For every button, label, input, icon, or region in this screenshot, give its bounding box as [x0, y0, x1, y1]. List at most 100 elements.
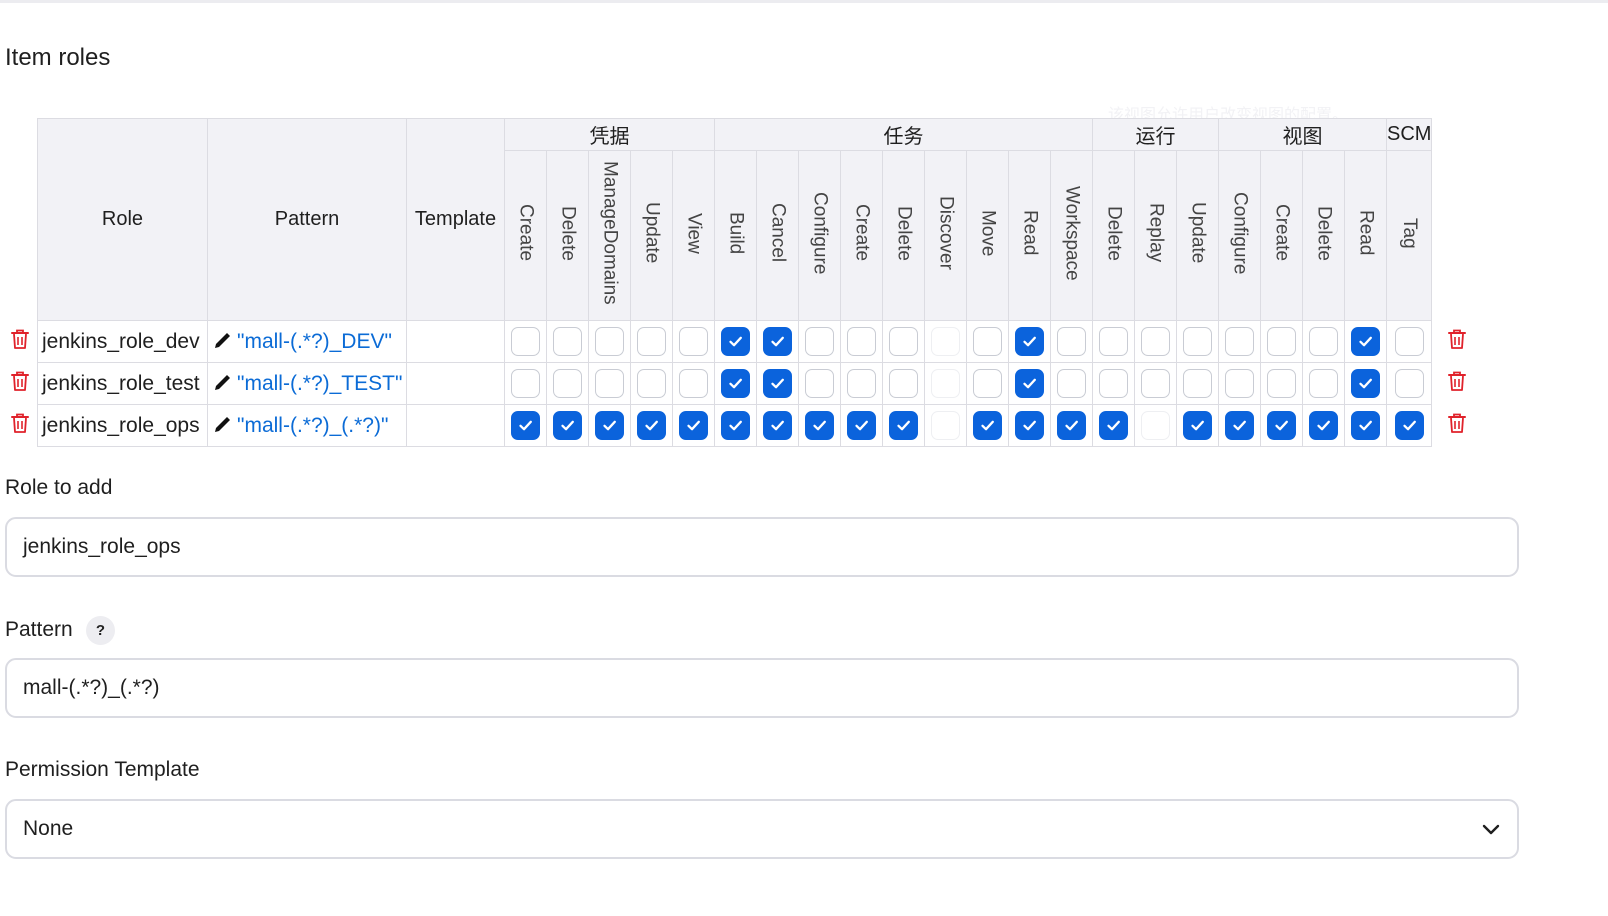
- permission-checkbox-unchecked[interactable]: [1057, 369, 1086, 398]
- edit-pattern-icon[interactable]: [212, 329, 234, 351]
- permission-checkbox-checked[interactable]: [1015, 369, 1044, 398]
- permission-column-header: Delete: [546, 150, 589, 321]
- permission-checkbox-checked[interactable]: [805, 411, 834, 440]
- permission-checkbox-checked[interactable]: [679, 411, 708, 440]
- pattern-input[interactable]: mall-(.*?)_(.*?): [5, 658, 1519, 718]
- permission-checkbox-unchecked[interactable]: [679, 369, 708, 398]
- permission-checkbox-checked[interactable]: [511, 411, 540, 440]
- permission-checkbox-checked[interactable]: [721, 327, 750, 356]
- permission-checkbox-unchecked[interactable]: [553, 327, 582, 356]
- role-row: jenkins_role_test "mall-(.*?)_TEST": [37, 362, 1433, 405]
- role-to-add-label: Role to add: [5, 476, 113, 499]
- permission-checkbox-unchecked[interactable]: [1394, 327, 1424, 356]
- permission-checkbox-unchecked[interactable]: [595, 369, 624, 398]
- delete-role-right-icon[interactable]: [1447, 328, 1467, 350]
- permission-cell: [840, 362, 883, 405]
- permission-checkbox-checked[interactable]: [763, 369, 792, 398]
- permission-checkbox-unchecked[interactable]: [1141, 369, 1170, 398]
- permission-checkbox-checked[interactable]: [1099, 411, 1128, 440]
- pattern-help-button[interactable]: ?: [86, 616, 115, 645]
- permission-checkbox-unchecked[interactable]: [1225, 327, 1254, 356]
- permission-checkbox-unchecked[interactable]: [1057, 327, 1086, 356]
- permission-checkbox-checked[interactable]: [637, 411, 666, 440]
- permission-checkbox-checked[interactable]: [1225, 411, 1254, 440]
- permission-checkbox-checked[interactable]: [553, 411, 582, 440]
- permission-cell: [1092, 362, 1135, 405]
- permission-checkbox-unchecked[interactable]: [1309, 369, 1338, 398]
- permission-checkbox-unchecked[interactable]: [1267, 327, 1296, 356]
- permission-label: Build: [725, 211, 747, 255]
- check-icon: [561, 420, 574, 431]
- permission-checkbox-checked[interactable]: [721, 411, 750, 440]
- permission-template-select[interactable]: None: [5, 799, 1519, 859]
- delete-role-right-icon[interactable]: [1447, 412, 1467, 434]
- permission-cell: [1385, 404, 1433, 447]
- permission-checkbox-unchecked[interactable]: [595, 327, 624, 356]
- permission-checkbox-checked[interactable]: [1015, 327, 1044, 356]
- permission-checkbox-unchecked[interactable]: [847, 327, 876, 356]
- permission-checkbox-checked[interactable]: [1351, 411, 1380, 440]
- permission-checkbox-unchecked[interactable]: [889, 327, 918, 356]
- permission-checkbox-unchecked[interactable]: [1309, 327, 1338, 356]
- permission-checkbox-checked[interactable]: [1309, 411, 1338, 440]
- permission-checkbox-unchecked[interactable]: [637, 327, 666, 356]
- permission-checkbox-unchecked[interactable]: [889, 369, 918, 398]
- permission-cell: [714, 320, 757, 363]
- permission-cell: [588, 404, 631, 447]
- role-pattern-link[interactable]: "mall-(.*?)_TEST": [237, 372, 402, 395]
- permission-cell: [1385, 362, 1433, 405]
- permission-column-header: Delete: [1302, 150, 1345, 321]
- permission-checkbox-checked[interactable]: [1351, 327, 1380, 356]
- permission-checkbox-unchecked[interactable]: [1183, 369, 1212, 398]
- permission-checkbox-checked[interactable]: [1183, 411, 1212, 440]
- permission-checkbox-unchecked[interactable]: [511, 327, 540, 356]
- permission-template-label: Permission Template: [5, 758, 200, 781]
- permission-checkbox-unchecked[interactable]: [637, 369, 666, 398]
- permission-checkbox-checked[interactable]: [1394, 411, 1424, 440]
- edit-pattern-icon[interactable]: [212, 413, 234, 435]
- permission-checkbox-unchecked[interactable]: [1394, 369, 1424, 398]
- permission-checkbox-unchecked[interactable]: [805, 369, 834, 398]
- permission-checkbox-unchecked[interactable]: [511, 369, 540, 398]
- permission-checkbox-checked[interactable]: [763, 327, 792, 356]
- permission-checkbox-unchecked[interactable]: [1183, 327, 1212, 356]
- permission-checkbox-checked[interactable]: [973, 411, 1002, 440]
- permission-cell: [1302, 404, 1345, 447]
- permission-checkbox-unchecked[interactable]: [1099, 327, 1128, 356]
- permission-checkbox-checked[interactable]: [847, 411, 876, 440]
- delete-role-right-icon[interactable]: [1447, 370, 1467, 392]
- permission-checkbox-unchecked[interactable]: [1225, 369, 1254, 398]
- permission-checkbox-checked[interactable]: [721, 369, 750, 398]
- role-to-add-input[interactable]: jenkins_role_ops: [5, 517, 1519, 577]
- permission-checkbox-unchecked[interactable]: [1141, 327, 1170, 356]
- permission-checkbox-checked[interactable]: [1351, 369, 1380, 398]
- permission-checkbox-unchecked[interactable]: [805, 327, 834, 356]
- permission-checkbox-unchecked[interactable]: [973, 327, 1002, 356]
- permission-cell: [504, 320, 547, 363]
- permission-cell: [1344, 404, 1387, 447]
- permission-checkbox-checked[interactable]: [1015, 411, 1044, 440]
- permission-checkbox-checked[interactable]: [1267, 411, 1296, 440]
- permission-checkbox-unchecked[interactable]: [973, 369, 1002, 398]
- permission-cell: [882, 362, 925, 405]
- permission-checkbox-unchecked[interactable]: [679, 327, 708, 356]
- permission-checkbox-unchecked[interactable]: [1099, 369, 1128, 398]
- delete-role-left-icon[interactable]: [10, 370, 30, 392]
- role-pattern-link[interactable]: "mall-(.*?)_(.*?)": [237, 414, 388, 437]
- permission-cell: [714, 404, 757, 447]
- permission-checkbox-unchecked[interactable]: [1267, 369, 1296, 398]
- delete-role-left-icon[interactable]: [10, 412, 30, 434]
- check-icon: [1233, 420, 1246, 431]
- permission-cell: [1134, 404, 1177, 447]
- delete-role-left-icon[interactable]: [10, 328, 30, 350]
- check-icon: [1107, 420, 1120, 431]
- permission-checkbox-checked[interactable]: [595, 411, 624, 440]
- edit-pattern-icon[interactable]: [212, 371, 234, 393]
- permission-checkbox-unchecked[interactable]: [847, 369, 876, 398]
- permission-cell: [1134, 362, 1177, 405]
- permission-checkbox-checked[interactable]: [1057, 411, 1086, 440]
- permission-checkbox-unchecked[interactable]: [553, 369, 582, 398]
- role-pattern-link[interactable]: "mall-(.*?)_DEV": [237, 330, 392, 353]
- permission-checkbox-checked[interactable]: [889, 411, 918, 440]
- permission-checkbox-checked[interactable]: [763, 411, 792, 440]
